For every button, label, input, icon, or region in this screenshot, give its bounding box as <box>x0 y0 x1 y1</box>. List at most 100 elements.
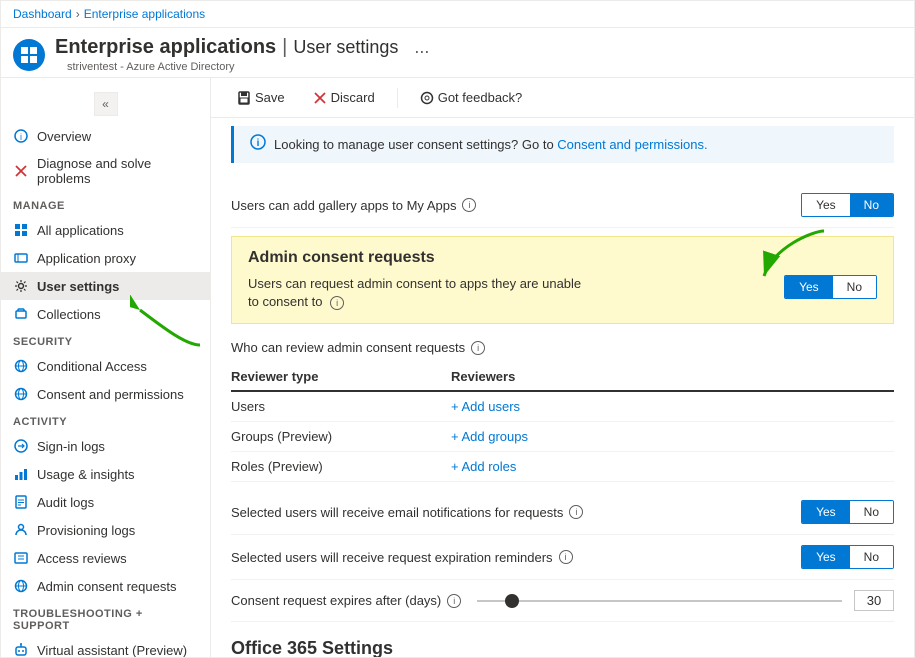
content-body: Users can add gallery apps to My Apps i … <box>211 171 914 657</box>
x-icon <box>13 163 29 179</box>
sidebar-item-usage-label: Usage & insights <box>37 467 135 482</box>
info-banner: i Looking to manage user consent setting… <box>231 126 894 163</box>
email-notif-label: Selected users will receive email notifi… <box>231 505 563 520</box>
sidebar-item-all-apps[interactable]: All applications <box>1 216 210 244</box>
admin-consent-no-button[interactable]: No <box>833 276 876 298</box>
sidebar-item-audit-label: Audit logs <box>37 495 94 510</box>
proxy-icon <box>13 250 29 266</box>
expires-info[interactable]: i <box>447 594 461 608</box>
col-header-reviewers: Reviewers <box>451 369 894 384</box>
gallery-apps-no-button[interactable]: No <box>850 194 893 216</box>
sidebar-item-audit[interactable]: Audit logs <box>1 488 210 516</box>
sidebar-item-signin[interactable]: Sign-in logs <box>1 432 210 460</box>
sidebar-item-access-reviews[interactable]: Access reviews <box>1 544 210 572</box>
sidebar-item-diagnose[interactable]: Diagnose and solve problems <box>1 150 210 192</box>
collapse-sidebar-button[interactable]: « <box>94 92 118 116</box>
email-notif-yes-button[interactable]: Yes <box>802 501 850 523</box>
sidebar-item-user-settings[interactable]: User settings <box>1 272 210 300</box>
email-notif-toggle: Yes No <box>801 500 894 524</box>
reviewer-row-roles: Roles (Preview) + Add roles <box>231 452 894 482</box>
breadcrumb: Dashboard › Enterprise applications <box>1 1 914 28</box>
sidebar-item-overview-label: Overview <box>37 129 91 144</box>
expires-slider[interactable] <box>477 600 842 602</box>
sidebar-item-signin-label: Sign-in logs <box>37 439 105 454</box>
info-banner-icon: i <box>250 134 266 155</box>
add-groups-link[interactable]: + Add groups <box>451 429 528 444</box>
org-subtitle: striventest - Azure Active Directory <box>67 61 429 73</box>
gallery-apps-info[interactable]: i <box>462 198 476 212</box>
gear-icon <box>13 278 29 294</box>
consent-permissions-link[interactable]: Consent and permissions. <box>557 137 707 152</box>
admin-consent-yes-button[interactable]: Yes <box>785 276 833 298</box>
sidebar-item-virtual-assistant[interactable]: Virtual assistant (Preview) <box>1 636 210 657</box>
consent-expires-setting: Consent request expires after (days) i 3… <box>231 580 894 622</box>
add-roles-link[interactable]: + Add roles <box>451 459 516 474</box>
discard-button[interactable]: Discard <box>307 86 381 109</box>
reviewer-table-header: Reviewer type Reviewers <box>231 363 894 392</box>
sidebar-item-conditional-access-label: Conditional Access <box>37 359 147 374</box>
gallery-apps-yes-button[interactable]: Yes <box>802 194 850 216</box>
toolbar: Save Discard Got feedback? <box>211 78 914 118</box>
feedback-icon <box>420 91 434 105</box>
more-options-button[interactable]: ... <box>414 37 429 58</box>
toolbar-separator <box>397 88 398 108</box>
sidebar-item-app-proxy[interactable]: Application proxy <box>1 244 210 272</box>
svg-text:i: i <box>20 132 22 142</box>
sidebar-item-virtual-assistant-label: Virtual assistant (Preview) <box>37 643 187 658</box>
breadcrumb-enterprise[interactable]: Enterprise applications <box>84 7 205 21</box>
reviewer-row-groups: Groups (Preview) + Add groups <box>231 422 894 452</box>
email-notif-setting: Selected users will receive email notifi… <box>231 490 894 535</box>
svg-text:i: i <box>257 138 260 149</box>
bot-icon <box>13 642 29 657</box>
admin-consent-icon <box>13 578 29 594</box>
gallery-apps-setting: Users can add gallery apps to My Apps i … <box>231 183 894 228</box>
admin-consent-box: Admin consent requests Users can request… <box>231 236 894 324</box>
reviewer-type-groups: Groups (Preview) <box>231 429 451 444</box>
admin-consent-title: Admin consent requests <box>248 249 877 267</box>
conditional-access-icon <box>13 358 29 374</box>
expires-label: Consent request expires after (days) <box>231 593 441 608</box>
breadcrumb-separator: › <box>76 7 80 21</box>
audit-icon <box>13 494 29 510</box>
chart-icon <box>13 466 29 482</box>
reviewer-type-roles: Roles (Preview) <box>231 459 451 474</box>
sidebar-item-all-apps-label: All applications <box>37 223 124 238</box>
save-button[interactable]: Save <box>231 86 291 109</box>
expiration-info[interactable]: i <box>559 550 573 564</box>
sidebar-item-provisioning[interactable]: Provisioning logs <box>1 516 210 544</box>
sidebar-item-diagnose-label: Diagnose and solve problems <box>37 156 198 186</box>
sidebar-item-provisioning-label: Provisioning logs <box>37 523 135 538</box>
expiration-toggle: Yes No <box>801 545 894 569</box>
email-notif-info[interactable]: i <box>569 505 583 519</box>
add-users-link[interactable]: + Add users <box>451 399 520 414</box>
col-header-reviewer-type: Reviewer type <box>231 369 451 384</box>
who-review-label: Who can review admin consent requests <box>231 340 465 355</box>
office365-title: Office 365 Settings <box>231 638 894 657</box>
who-review-section: Who can review admin consent requests i … <box>231 332 894 490</box>
email-notif-no-button[interactable]: No <box>850 501 893 523</box>
sidebar-item-collections[interactable]: Collections <box>1 300 210 328</box>
expiration-yes-button[interactable]: Yes <box>802 546 850 568</box>
app-icon <box>13 39 45 71</box>
sidebar-section-activity: Activity <box>1 408 210 432</box>
expiration-label: Selected users will receive request expi… <box>231 550 553 565</box>
sidebar-item-admin-consent-req[interactable]: Admin consent requests <box>1 572 210 600</box>
info-icon: i <box>13 128 29 144</box>
save-icon <box>237 91 251 105</box>
breadcrumb-dashboard[interactable]: Dashboard <box>13 7 72 21</box>
page-title: Enterprise applications <box>55 36 276 59</box>
sidebar-item-overview[interactable]: i Overview <box>1 122 210 150</box>
sidebar-item-usage[interactable]: Usage & insights <box>1 460 210 488</box>
admin-consent-request-label: Users can request admin consent to apps … <box>248 275 588 311</box>
who-review-info[interactable]: i <box>471 341 485 355</box>
sidebar-item-consent[interactable]: Consent and permissions <box>1 380 210 408</box>
page-header: Enterprise applications | User settings … <box>1 28 914 78</box>
consent-icon <box>13 386 29 402</box>
gallery-apps-label: Users can add gallery apps to My Apps <box>231 198 456 213</box>
sidebar-item-consent-label: Consent and permissions <box>37 387 184 402</box>
discard-icon <box>313 91 327 105</box>
feedback-button[interactable]: Got feedback? <box>414 86 529 109</box>
sidebar-item-conditional-access[interactable]: Conditional Access <box>1 352 210 380</box>
expiration-no-button[interactable]: No <box>850 546 893 568</box>
admin-consent-info[interactable]: i <box>330 296 344 310</box>
